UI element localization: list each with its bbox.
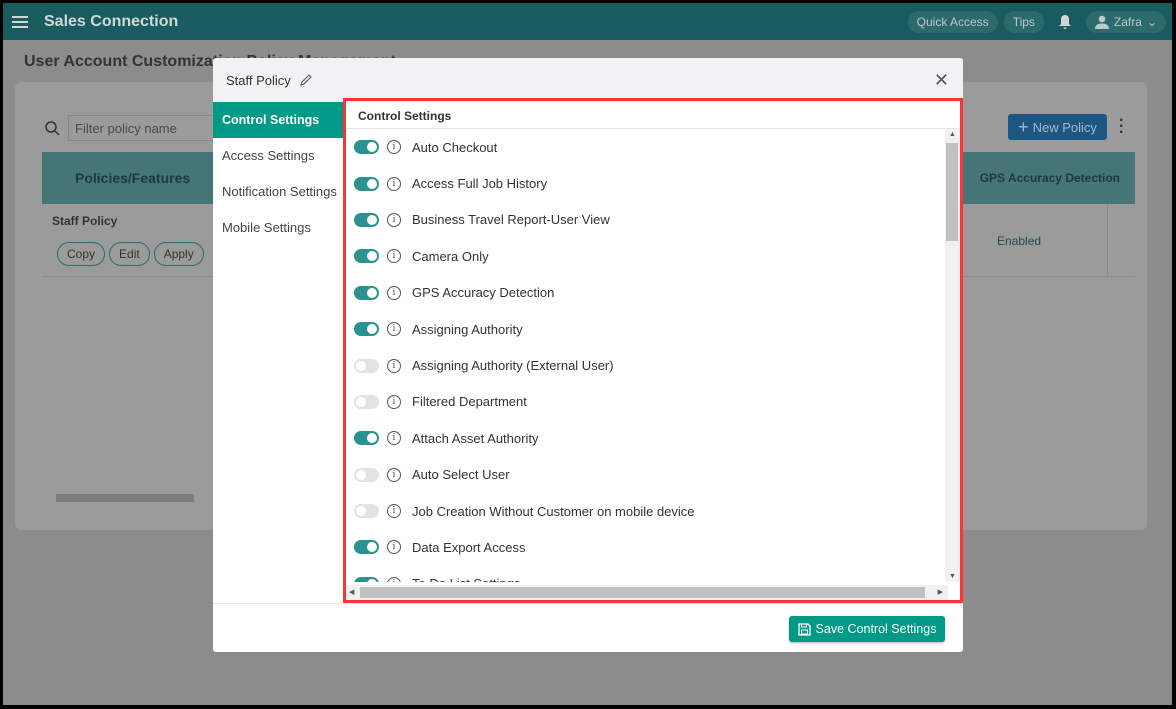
policy-modal: Staff Policy ✕ Control Settings Access S… [213, 58, 963, 652]
plus-icon: + [1018, 116, 1029, 137]
quick-access-button[interactable]: Quick Access [907, 10, 998, 33]
top-bar: Sales Connection Quick Access Tips Zafra… [3, 3, 1172, 40]
toggle-switch[interactable] [354, 504, 379, 519]
settings-list: i Auto Checkout i Access Full Job History i B… [346, 129, 948, 582]
info-icon[interactable]: i [387, 212, 401, 227]
toggle-switch[interactable] [354, 212, 379, 227]
info-icon[interactable]: i [387, 504, 401, 519]
save-icon [797, 622, 811, 636]
modal-title: Staff Policy [226, 72, 291, 88]
toggle-switch[interactable] [354, 394, 379, 409]
setting-item: i GPS Accuracy Detection [346, 275, 948, 311]
info-icon[interactable]: i [387, 358, 401, 373]
setting-item: i Access Full Job History [346, 165, 948, 201]
app-window: Sales Connection Quick Access Tips Zafra… [3, 3, 1172, 705]
setting-label: Auto Select User [412, 467, 510, 483]
column-divider [1107, 204, 1108, 277]
setting-label: To Do List Settings [412, 576, 520, 582]
gps-status: Enabled [997, 234, 1042, 248]
horizontal-scrollbar[interactable]: ◀ ▶ [346, 585, 948, 600]
toggle-switch[interactable] [354, 176, 379, 191]
setting-item: i Data Export Access [346, 529, 948, 565]
setting-label: Business Travel Report-User View [412, 212, 610, 228]
save-control-settings-button[interactable]: Save Control Settings [789, 616, 945, 642]
save-label: Save Control Settings [815, 622, 937, 636]
app-title: Sales Connection [44, 12, 179, 30]
info-icon[interactable]: i [387, 322, 401, 337]
more-options-icon[interactable]: · · · [1119, 113, 1124, 141]
policy-name: Staff Policy [52, 214, 118, 228]
apply-button[interactable]: Apply [153, 242, 204, 266]
toggle-switch[interactable] [354, 576, 379, 582]
toggle-switch[interactable] [354, 249, 379, 264]
search-icon [45, 120, 60, 136]
user-icon [1094, 15, 1109, 29]
user-name: Zafra [1113, 14, 1142, 29]
toggle-switch[interactable] [354, 431, 379, 446]
info-icon[interactable]: i [387, 431, 401, 446]
info-icon[interactable]: i [387, 176, 401, 191]
toggle-switch[interactable] [354, 467, 379, 482]
copy-button[interactable]: Copy [57, 242, 106, 266]
toggle-switch[interactable] [354, 140, 379, 155]
nav-access-settings[interactable]: Access Settings [213, 138, 343, 174]
edit-button[interactable]: Edit [109, 242, 150, 266]
info-icon[interactable]: i [387, 467, 401, 482]
setting-label: Data Export Access [412, 539, 526, 555]
setting-item: i Attach Asset Authority [346, 420, 948, 456]
filter-policy-input[interactable] [68, 115, 218, 141]
setting-item: i Auto Select User [346, 457, 948, 493]
vertical-scrollbar[interactable]: ▲ ▼ [945, 129, 960, 582]
toggle-switch[interactable] [354, 322, 379, 337]
search-bar [45, 115, 218, 141]
user-menu[interactable]: Zafra ⌄ [1085, 10, 1166, 33]
setting-item: i Business Travel Report-User View [346, 202, 948, 238]
column-header: GPS Accuracy Detection [979, 171, 1120, 185]
setting-label: Filtered Department [412, 394, 527, 410]
setting-label: Assigning Authority (External User) [412, 358, 614, 374]
setting-item: i Job Creation Without Customer on mobile… [346, 493, 948, 529]
modal-footer: Save Control Settings [213, 603, 963, 652]
toggle-switch[interactable] [354, 540, 379, 555]
nav-control-settings[interactable]: Control Settings [213, 102, 343, 138]
control-settings-panel: Control Settings i Auto Checkout i Access F… [343, 98, 963, 603]
chevron-down-icon: ⌄ [1146, 14, 1157, 29]
nav-mobile-settings[interactable]: Mobile Settings [213, 210, 343, 246]
setting-item: i Assigning Authority (External User) [346, 347, 948, 383]
tips-button[interactable]: Tips [1003, 10, 1044, 33]
setting-item: i Camera Only [346, 238, 948, 274]
column-header: Policies/Features [75, 170, 191, 186]
setting-item: i Filtered Department [346, 384, 948, 420]
nav-notification-settings[interactable]: Notification Settings [213, 174, 343, 210]
toggle-switch[interactable] [354, 285, 379, 300]
setting-label: Camera Only [412, 248, 489, 264]
hamburger-menu-icon[interactable] [12, 15, 28, 28]
modal-header: Staff Policy [213, 58, 963, 102]
info-icon[interactable]: i [387, 394, 401, 409]
new-policy-label: New Policy [1032, 119, 1097, 135]
setting-label: Attach Asset Authority [412, 430, 539, 446]
setting-label: GPS Accuracy Detection [412, 285, 555, 301]
new-policy-button[interactable]: + New Policy [1008, 114, 1107, 140]
bell-icon[interactable] [1058, 14, 1072, 30]
settings-nav: Control Settings Access Settings Notific… [213, 102, 343, 246]
info-icon[interactable]: i [387, 576, 401, 582]
info-icon[interactable]: i [387, 285, 401, 300]
setting-label: Access Full Job History [412, 176, 548, 192]
setting-label: Job Creation Without Customer on mobile … [412, 503, 695, 519]
toggle-switch[interactable] [354, 358, 379, 373]
setting-label: Assigning Authority [412, 321, 523, 337]
setting-item: i To Do List Settings [346, 566, 948, 582]
setting-item: i Assigning Authority [346, 311, 948, 347]
setting-item: i Auto Checkout [346, 129, 948, 165]
info-icon[interactable]: i [387, 540, 401, 555]
edit-pencil-icon[interactable] [299, 73, 313, 87]
panel-title: Control Settings [346, 101, 960, 129]
info-icon[interactable]: i [387, 249, 401, 264]
close-icon[interactable]: ✕ [934, 70, 949, 91]
info-icon[interactable]: i [387, 140, 401, 155]
setting-label: Auto Checkout [412, 139, 498, 155]
